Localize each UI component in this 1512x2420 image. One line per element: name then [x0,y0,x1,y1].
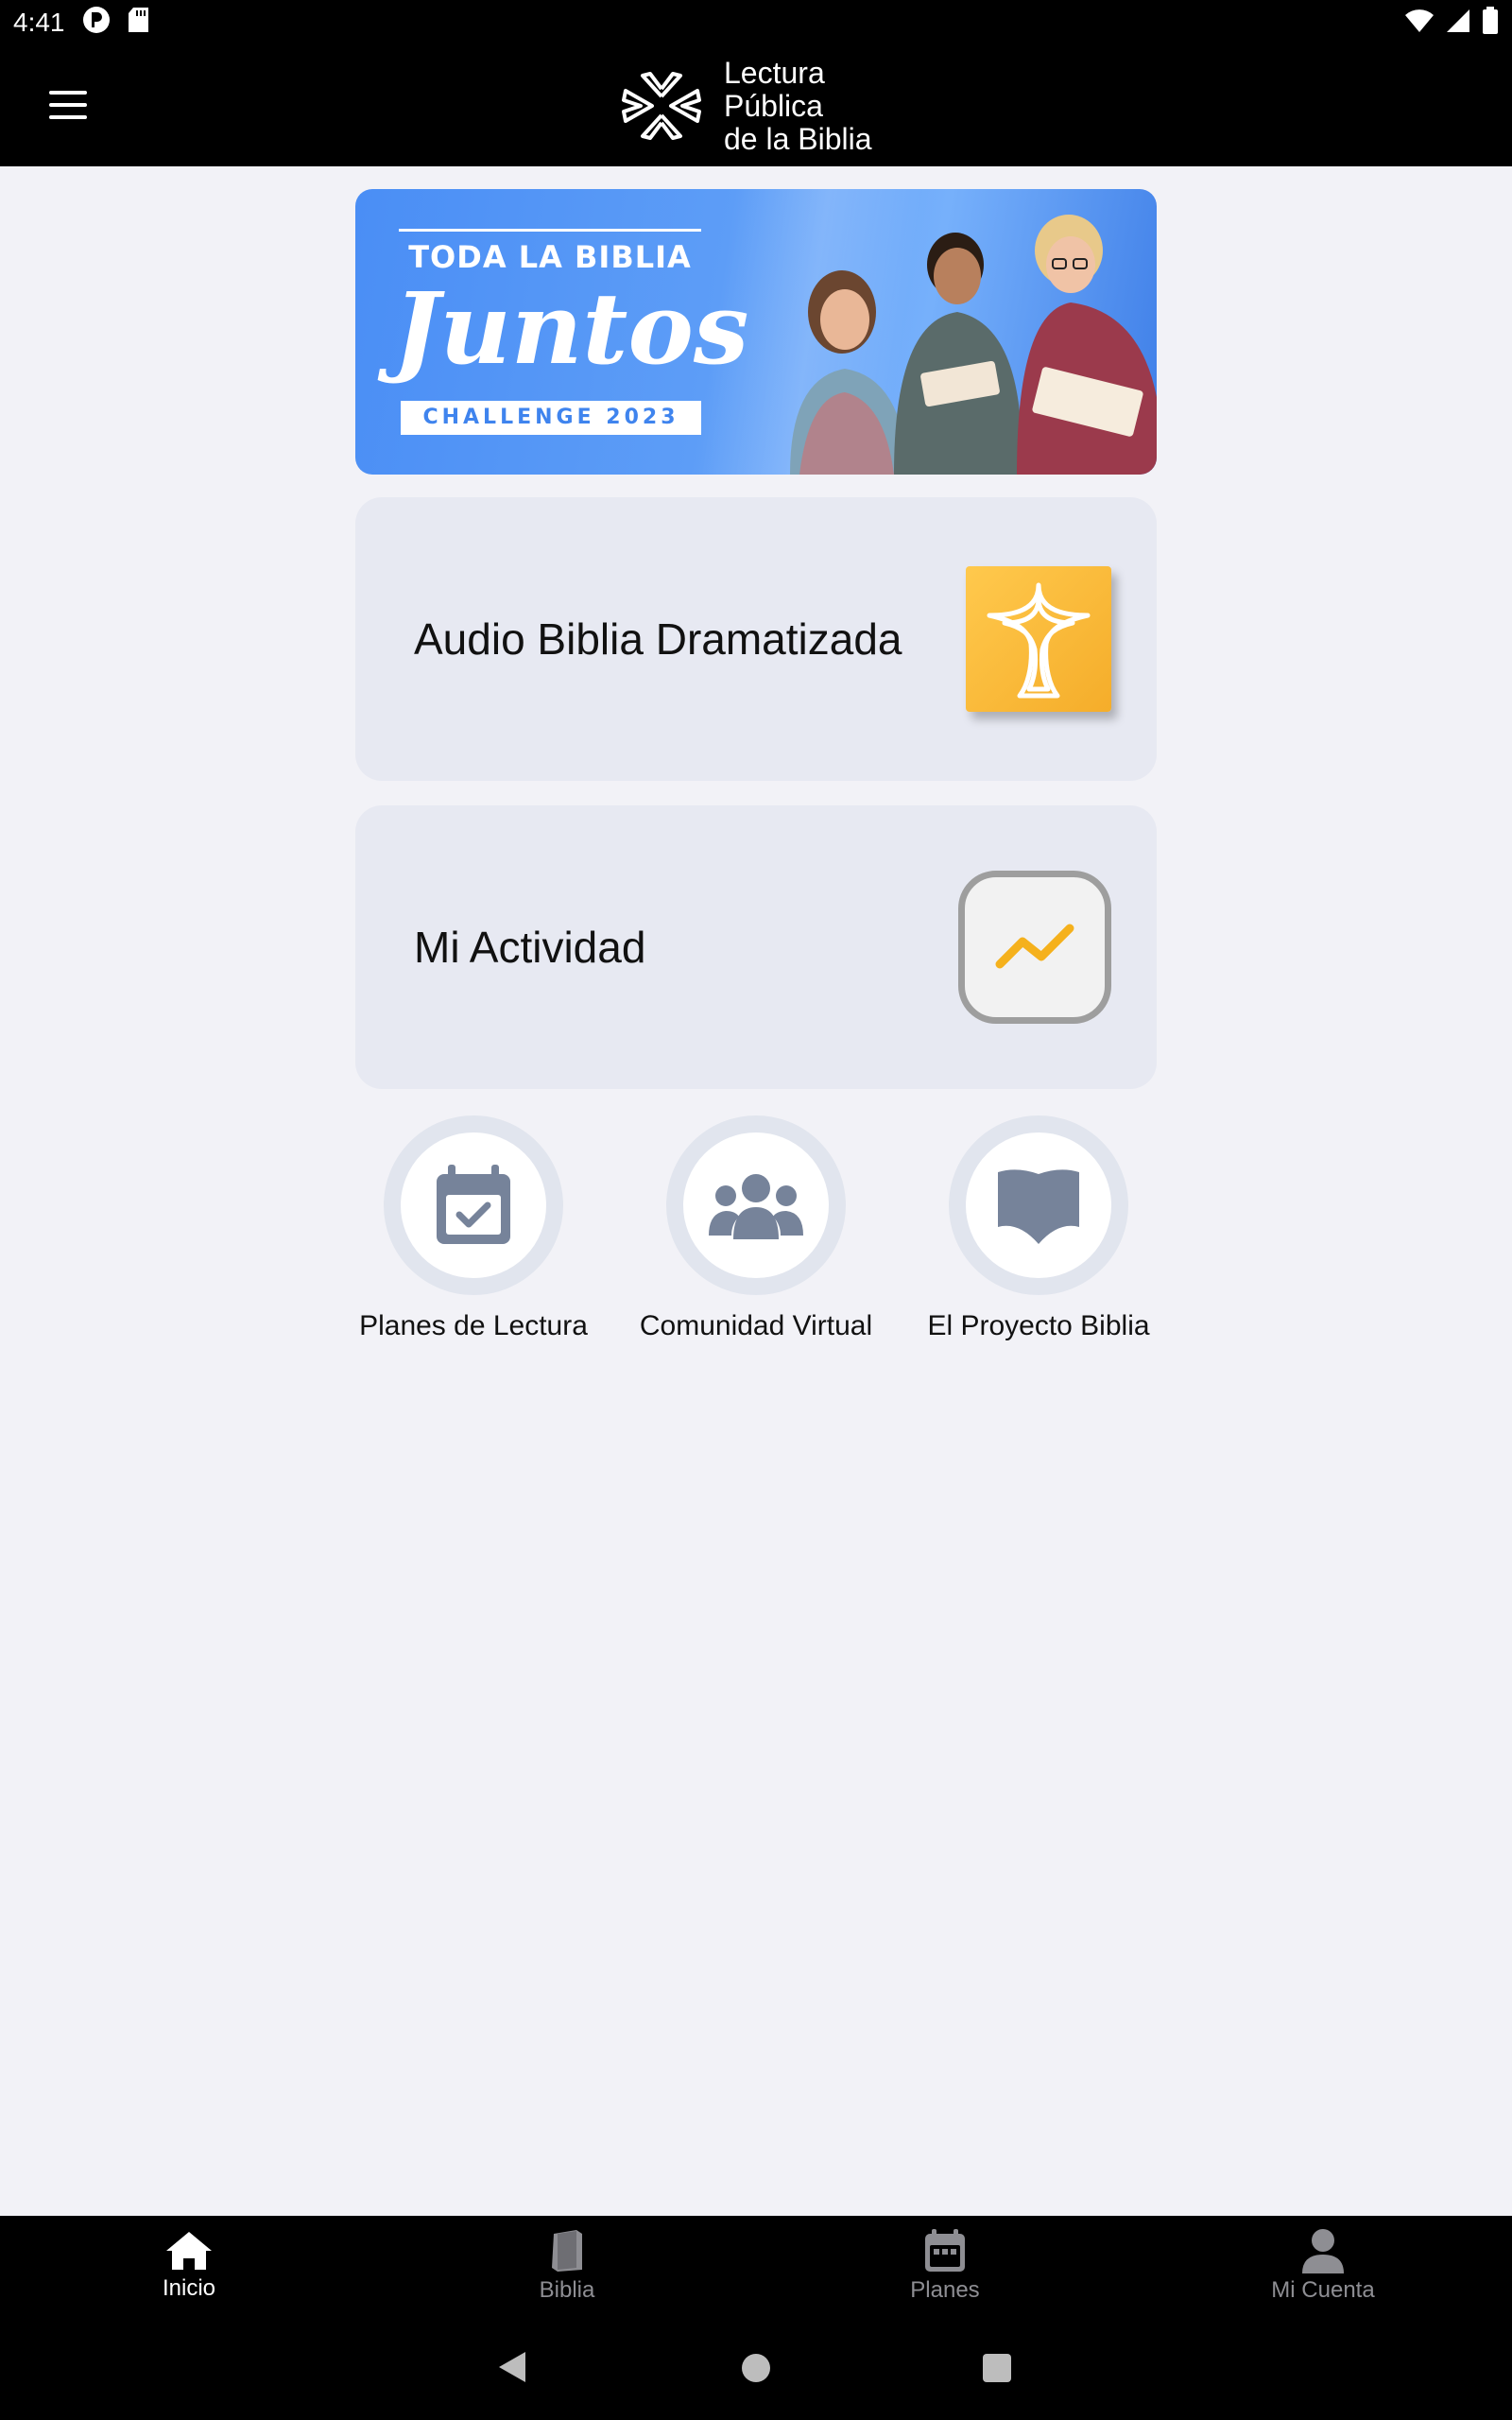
back-icon[interactable] [497,2350,527,2384]
logo-line-3: de la Biblia [724,121,872,156]
reading-plans-label: Planes de Lectura [359,1310,588,1341]
virtual-community-label: Comunidad Virtual [639,1310,873,1341]
reading-plans-shortcut[interactable]: Planes de Lectura [351,1115,596,1342]
virtual-community-shortcut[interactable]: Comunidad Virtual [633,1115,879,1342]
nav-tab-mi-cuenta[interactable]: Mi Cuenta [1134,2216,1512,2316]
app-bar: Lectura Pública de la Biblia [0,45,1512,166]
menu-icon[interactable] [49,91,87,119]
calendar-icon [925,2229,965,2272]
reading-plans-circle [384,1115,563,1295]
home-icon [166,2232,212,2270]
calendar-check-icon [437,1165,510,1244]
logo-line-1: Lectura [724,55,825,90]
bible-project-shortcut[interactable]: El Proyecto Biblia [916,1115,1161,1342]
status-bar: 4:41 [0,0,1512,45]
bible-icon [552,2230,582,2272]
nav-label-planes: Planes [910,2277,980,2303]
banner-line-1: TODA LA BIBLIA [399,229,701,275]
person-icon [1302,2229,1344,2273]
bible-project-label: El Proyecto Biblia [927,1310,1150,1341]
home-content: TODA LA BIBLIA Juntos CHALLENGE 2023 Aud… [0,166,1512,2216]
nav-tab-planes[interactable]: Planes [756,2216,1134,2316]
nav-tab-biblia[interactable]: Biblia [378,2216,756,2316]
nav-label-mi-cuenta: Mi Cuenta [1271,2277,1375,2303]
nav-tab-inicio[interactable]: Inicio [0,2216,378,2316]
wifi-icon [1404,9,1435,38]
virtual-community-circle [666,1115,846,1295]
sd-card-icon [128,7,150,40]
banner-line-3: CHALLENGE 2023 [401,401,701,435]
app-notification-icon [82,6,111,41]
logo-text: Lectura Pública de la Biblia [724,55,872,156]
shortcuts-row: Planes de Lectura Comunidad Virtual El P… [0,1115,1512,1361]
bible-project-circle [949,1115,1128,1295]
status-time: 4:41 [13,8,65,37]
home-button-icon[interactable] [742,2354,770,2382]
audio-bible-label: Audio Biblia Dramatizada [414,614,902,664]
my-activity-card[interactable]: Mi Actividad [355,805,1157,1089]
nav-label-inicio: Inicio [162,2275,216,2301]
my-activity-label: Mi Actividad [414,923,646,972]
recent-apps-icon[interactable] [983,2354,1011,2382]
challenge-banner[interactable]: TODA LA BIBLIA Juntos CHALLENGE 2023 [355,189,1157,475]
activity-chart-icon [958,871,1111,1024]
banner-line-2: Juntos [393,270,749,387]
signal-icon [1446,9,1470,38]
battery-icon [1482,6,1499,40]
bottom-navigation: Inicio Biblia Planes Mi Cuenta [0,2216,1512,2316]
banner-people-photo [790,215,1157,475]
audio-bible-card[interactable]: Audio Biblia Dramatizada [355,497,1157,781]
logo-line-2: Pública [724,88,823,123]
audio-bible-icon [966,566,1111,712]
open-book-icon [998,1169,1079,1244]
nav-label-biblia: Biblia [539,2277,595,2303]
system-navigation-bar [0,2316,1512,2420]
logo-mark-icon [622,72,701,140]
app-logo: Lectura Pública de la Biblia [614,55,872,157]
people-group-icon [709,1174,803,1239]
